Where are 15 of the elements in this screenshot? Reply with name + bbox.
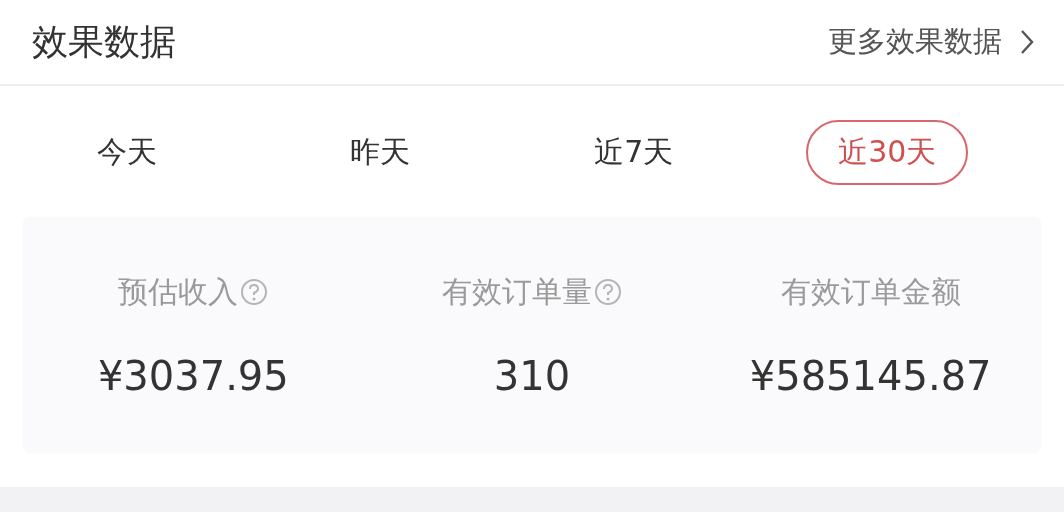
- date-tab[interactable]: 近7天: [562, 119, 706, 185]
- section-title: 效果数据: [32, 19, 176, 64]
- chevron-right-icon: [1020, 29, 1034, 55]
- metric-value: ¥585145.87: [749, 352, 992, 399]
- date-tab[interactable]: 今天: [64, 119, 189, 185]
- metric-label: 有效订单量: [442, 272, 592, 311]
- date-tab[interactable]: 近30天: [806, 119, 969, 185]
- help-icon[interactable]: [594, 278, 622, 306]
- help-icon[interactable]: [240, 278, 269, 306]
- metric-value: ¥3037.95: [97, 352, 289, 399]
- date-tab[interactable]: 昨天: [318, 119, 443, 185]
- more-data-link[interactable]: 更多效果数据: [828, 22, 1034, 62]
- metric-label: 有效订单金额: [780, 272, 961, 311]
- metric-value: 310: [493, 352, 571, 399]
- metric-label: 预估收入: [118, 272, 239, 311]
